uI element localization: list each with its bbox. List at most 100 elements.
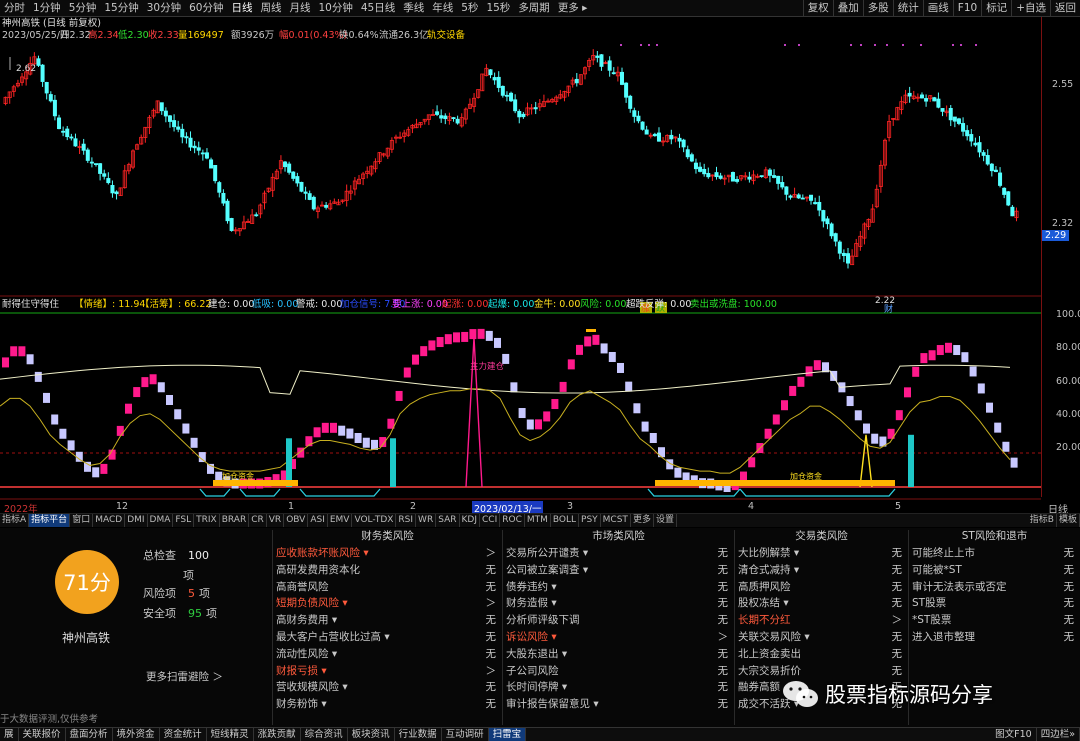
indicator-tab[interactable]: CR bbox=[249, 514, 267, 527]
risk-row[interactable]: 应收账款坏账风险 ▾ ＞ bbox=[273, 545, 502, 562]
period-tab[interactable]: 年线 bbox=[428, 0, 457, 17]
indicator-tab[interactable]: ASI bbox=[308, 514, 328, 527]
period-tab[interactable]: 月线 bbox=[286, 0, 315, 17]
period-tab[interactable]: 15分钟 bbox=[100, 0, 142, 17]
toolbar-right-button[interactable]: 统计 bbox=[892, 0, 923, 17]
indicator-tab[interactable]: KDJ bbox=[460, 514, 480, 527]
period-tab[interactable]: 10分钟 bbox=[315, 0, 357, 17]
risk-row[interactable]: 审计报告保留意见 ▾ 无 bbox=[503, 696, 734, 713]
period-tab[interactable]: 1分钟 bbox=[29, 0, 65, 17]
risk-row[interactable]: 长期不分红 ＞ bbox=[735, 612, 908, 629]
period-tab[interactable]: 60分钟 bbox=[185, 0, 227, 17]
bottom-tab[interactable]: 互动调研 bbox=[442, 728, 489, 741]
period-tab[interactable]: 30分钟 bbox=[143, 0, 185, 17]
risk-row[interactable]: 可能被*ST 无 bbox=[909, 562, 1080, 579]
indicator-tab[interactable]: MACD bbox=[93, 514, 126, 527]
risk-row[interactable]: 交易所公开谴责 ▾ 无 bbox=[503, 545, 734, 562]
period-tab[interactable]: 季线 bbox=[399, 0, 428, 17]
risk-row[interactable]: 短期负债风险 ▾ ＞ bbox=[273, 595, 502, 612]
bottom-tab[interactable]: 行业数据 bbox=[395, 728, 442, 741]
indicator-tab[interactable]: VR bbox=[267, 514, 285, 527]
bottom-tab[interactable]: 境外资金 bbox=[113, 728, 160, 741]
risk-row[interactable]: 分析师评级下调 无 bbox=[503, 612, 734, 629]
bottom-tab[interactable]: 板块资讯 bbox=[348, 728, 395, 741]
risk-row[interactable]: 高研发费用资本化 无 bbox=[273, 562, 502, 579]
period-tab[interactable]: 15秒 bbox=[482, 0, 514, 17]
risk-row[interactable]: 长时间停牌 ▾ 无 bbox=[503, 679, 734, 696]
period-tab[interactable]: 5分钟 bbox=[65, 0, 101, 17]
toolbar-right-button[interactable]: 返回 bbox=[1050, 0, 1080, 17]
risk-row[interactable]: 最大客户占营收比过高 ▾ 无 bbox=[273, 629, 502, 646]
risk-row[interactable]: 财报亏损 ▾ ＞ bbox=[273, 663, 502, 680]
indicator-tab[interactable]: BRAR bbox=[220, 514, 250, 527]
indicator-tab[interactable]: MTM bbox=[525, 514, 551, 527]
risk-row[interactable]: 诉讼风险 ▾ ＞ bbox=[503, 629, 734, 646]
indicator-tab[interactable]: 窗口 bbox=[70, 514, 94, 527]
indicator-tab[interactable]: DMI bbox=[125, 514, 148, 527]
toolbar-right-button[interactable]: 叠加 bbox=[832, 0, 863, 17]
risk-row[interactable]: 关联交易风险 ▾ 无 bbox=[735, 629, 908, 646]
risk-row[interactable]: 进入退市整理 无 bbox=[909, 629, 1080, 646]
indicator-tab[interactable]: BOLL bbox=[551, 514, 580, 527]
indicator-tab[interactable]: EMV bbox=[328, 514, 353, 527]
risk-row[interactable]: 可能终止上市 无 bbox=[909, 545, 1080, 562]
indicator-tab[interactable]: ROC bbox=[500, 514, 525, 527]
indicator-tab[interactable]: TRIX bbox=[194, 514, 220, 527]
risk-row[interactable]: 大股东退出 ▾ 无 bbox=[503, 646, 734, 663]
toolbar-right-button[interactable]: +自选 bbox=[1011, 0, 1050, 17]
indicator-tab[interactable]: 设置 bbox=[654, 514, 677, 527]
period-tab[interactable]: 45日线 bbox=[357, 0, 399, 17]
risk-row[interactable]: 大宗交易折价 无 bbox=[735, 663, 908, 680]
indicator-tab[interactable]: OBV bbox=[284, 514, 309, 527]
bottom-tab[interactable]: 短线精灵 bbox=[207, 728, 254, 741]
risk-row[interactable]: 高商誉风险 无 bbox=[273, 579, 502, 596]
risk-row[interactable]: *ST股票 无 bbox=[909, 612, 1080, 629]
risk-row[interactable]: 债券违约 ▾ 无 bbox=[503, 579, 734, 596]
risk-row[interactable]: 审计无法表示或否定 无 bbox=[909, 579, 1080, 596]
indicator-tab-right[interactable]: 模板 bbox=[1057, 514, 1080, 527]
more-scan-link[interactable]: 更多扫雷避险 ＞ bbox=[146, 669, 223, 684]
period-tab[interactable]: 分时 bbox=[0, 0, 29, 17]
toolbar-right-button[interactable]: 多股 bbox=[862, 0, 893, 17]
bottom-tab[interactable]: 扫雷宝 bbox=[488, 728, 527, 741]
indicator-tab[interactable]: PSY bbox=[579, 514, 601, 527]
indicator-tab[interactable]: VOL-TDX bbox=[352, 514, 397, 527]
period-tab[interactable]: 5秒 bbox=[457, 0, 482, 17]
indicator-tab[interactable]: MCST bbox=[601, 514, 631, 527]
bottom-tab[interactable]: 涨跌贡献 bbox=[254, 728, 301, 741]
toolbar-right-button[interactable]: 复权 bbox=[802, 0, 833, 17]
toolbar-right-button[interactable]: F10 bbox=[952, 0, 981, 17]
bottom-tab[interactable]: 关联报价 bbox=[19, 728, 66, 741]
risk-row[interactable]: 营收规模风险 ▾ 无 bbox=[273, 679, 502, 696]
risk-row[interactable]: 子公司风险 无 bbox=[503, 663, 734, 680]
indicator-tab[interactable]: CCI bbox=[480, 514, 501, 527]
indicator-tab[interactable]: RSI bbox=[396, 514, 417, 527]
indicator-tab[interactable]: FSL bbox=[173, 514, 195, 527]
kline-chart[interactable]: 2.622.22财涨跌 神州高铁 (日线 前复权)2023/05/25/四开2.… bbox=[0, 17, 1041, 500]
bottom-tab[interactable]: 盘面分析 bbox=[66, 728, 113, 741]
risk-row[interactable]: 公司被立案调查 ▾ 无 bbox=[503, 562, 734, 579]
bottom-tab[interactable]: 展 bbox=[0, 728, 19, 741]
risk-row[interactable]: ST股票 无 bbox=[909, 595, 1080, 612]
bottom-right-button[interactable]: 图文F10 bbox=[991, 728, 1037, 741]
period-tab[interactable]: 周线 bbox=[257, 0, 286, 17]
risk-row[interactable]: 股权冻结 ▾ 无 bbox=[735, 595, 908, 612]
indicator-tab[interactable]: 更多 bbox=[631, 514, 654, 527]
risk-row[interactable]: 高财务费用 ▾ 无 bbox=[273, 612, 502, 629]
risk-row[interactable]: 清仓式减持 ▾ 无 bbox=[735, 562, 908, 579]
period-tab[interactable]: 日线 bbox=[228, 0, 257, 17]
toolbar-right-button[interactable]: 画线 bbox=[922, 0, 953, 17]
indicator-tab[interactable]: 指标平台 bbox=[29, 514, 71, 527]
indicator-tab[interactable]: 指标A bbox=[0, 514, 30, 527]
indicator-tab[interactable]: WR bbox=[416, 514, 437, 527]
risk-row[interactable]: 大比例解禁 ▾ 无 bbox=[735, 545, 908, 562]
period-tab[interactable]: 更多 ▸ bbox=[554, 0, 592, 17]
risk-row[interactable]: 北上资金卖出 无 bbox=[735, 646, 908, 663]
bottom-right-button[interactable]: 四边栏» bbox=[1037, 728, 1080, 741]
bottom-tab[interactable]: 资金统计 bbox=[160, 728, 207, 741]
indicator-tab-right[interactable]: 指标B bbox=[1028, 514, 1057, 527]
indicator-tab[interactable]: DMA bbox=[148, 514, 174, 527]
risk-row[interactable]: 财务粉饰 ▾ 无 bbox=[273, 696, 502, 713]
indicator-tab[interactable]: SAR bbox=[436, 514, 460, 527]
risk-row[interactable]: 流动性风险 ▾ 无 bbox=[273, 646, 502, 663]
